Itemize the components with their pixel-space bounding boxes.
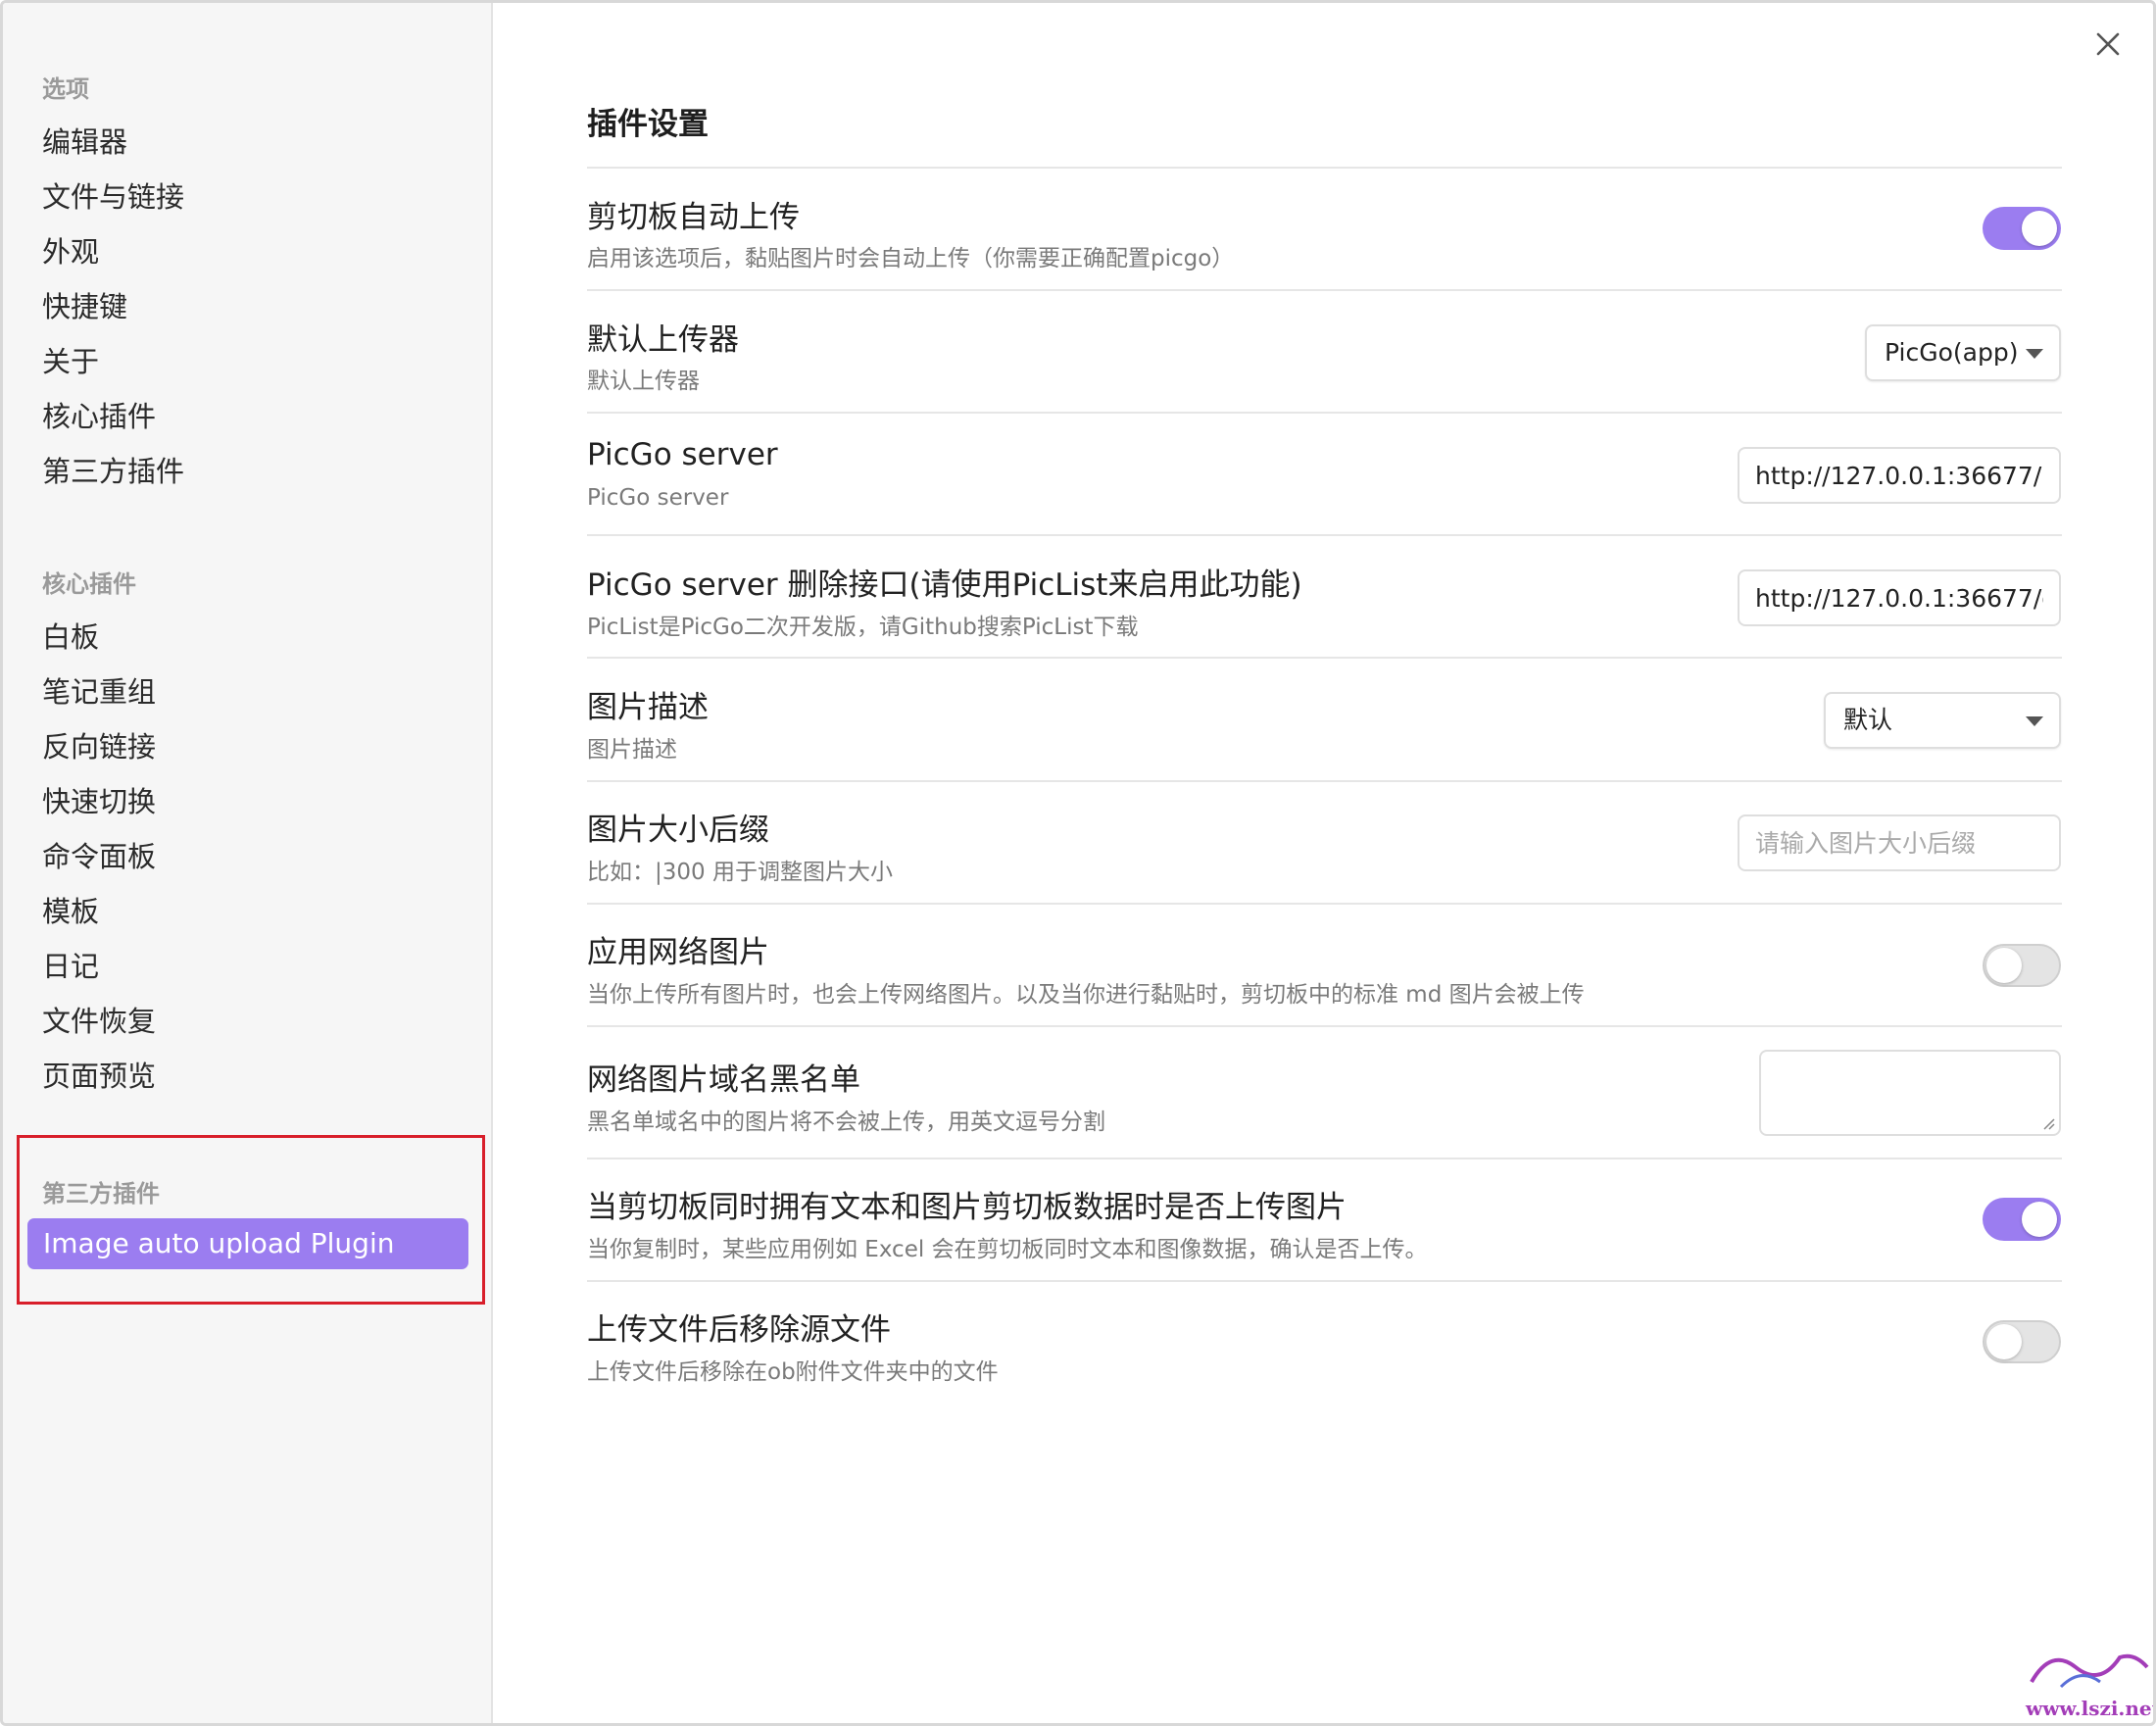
upload-mixed-toggle[interactable] bbox=[1983, 1198, 2061, 1241]
sidebar-section-core: 核心插件 bbox=[42, 570, 136, 598]
setting-desc: PicList是PicGo二次开发版，请Github搜索PicList下载 bbox=[587, 615, 1139, 640]
setting-desc: PicGo server bbox=[587, 485, 729, 511]
picgo-delete-input[interactable] bbox=[1738, 569, 2061, 626]
setting-desc: 启用该选项后，黏贴图片时会自动上传（你需要正确配置picgo） bbox=[587, 246, 1235, 271]
sidebar-section-options: 选项 bbox=[42, 75, 89, 103]
setting-name: PicGo server 删除接口(请使用PicList来启用此功能) bbox=[587, 567, 1302, 603]
sidebar-item-command-palette[interactable]: 命令面板 bbox=[42, 837, 156, 876]
setting-name: 上传文件后移除源文件 bbox=[587, 1312, 891, 1348]
settings-sidebar: 选项 编辑器 文件与链接 外观 快捷键 关于 核心插件 第三方插件 核心插件 白… bbox=[3, 3, 493, 1723]
watermark-logo-icon bbox=[2030, 1653, 2149, 1689]
sidebar-item-quick-switcher[interactable]: 快速切换 bbox=[42, 782, 156, 821]
sidebar-item-appearance[interactable]: 外观 bbox=[42, 232, 99, 271]
sidebar-item-templates[interactable]: 模板 bbox=[42, 892, 99, 931]
sidebar-item-file-recovery[interactable]: 文件恢复 bbox=[42, 1002, 156, 1041]
settings-window: 选项 编辑器 文件与链接 外观 快捷键 关于 核心插件 第三方插件 核心插件 白… bbox=[0, 0, 2156, 1726]
setting-name: PicGo server bbox=[587, 437, 778, 472]
divider bbox=[587, 1158, 2062, 1159]
setting-name: 剪切板自动上传 bbox=[587, 200, 800, 235]
setting-name: 应用网络图片 bbox=[587, 935, 769, 970]
setting-name: 网络图片域名黑名单 bbox=[587, 1062, 860, 1098]
chevron-down-icon bbox=[2026, 716, 2043, 726]
setting-desc: 当你复制时，某些应用例如 Excel 会在剪切板同时文本和图像数据，确认是否上传… bbox=[587, 1237, 1428, 1262]
divider bbox=[587, 412, 2062, 414]
page-title: 插件设置 bbox=[587, 107, 709, 142]
sidebar-item-backlinks[interactable]: 反向链接 bbox=[42, 727, 156, 766]
toggle-knob bbox=[2022, 211, 2057, 246]
sidebar-section-third-party: 第三方插件 bbox=[42, 1180, 160, 1208]
clipboard-upload-toggle[interactable] bbox=[1983, 207, 2061, 250]
default-uploader-select[interactable]: PicGo(app) bbox=[1865, 324, 2061, 381]
close-icon[interactable] bbox=[2090, 26, 2126, 62]
divider bbox=[587, 657, 2062, 659]
watermark-text: www.lszi.net bbox=[2026, 1697, 2156, 1720]
toggle-knob bbox=[2022, 1202, 2057, 1237]
sidebar-item-community-plugins[interactable]: 第三方插件 bbox=[42, 452, 184, 491]
sidebar-item-note-composer[interactable]: 笔记重组 bbox=[42, 672, 156, 712]
setting-desc: 上传文件后移除在ob附件文件夹中的文件 bbox=[587, 1359, 999, 1385]
setting-desc: 当你上传所有图片时，也会上传网络图片。以及当你进行黏贴时，剪切板中的标准 md … bbox=[587, 982, 1585, 1008]
divider bbox=[587, 780, 2062, 782]
toggle-knob bbox=[1986, 1324, 2022, 1359]
setting-name: 默认上传器 bbox=[587, 322, 739, 358]
resize-grip-icon[interactable] bbox=[2041, 1116, 2055, 1130]
divider bbox=[587, 1025, 2062, 1027]
setting-name: 图片大小后缀 bbox=[587, 813, 769, 848]
domain-blacklist-textarea[interactable] bbox=[1759, 1050, 2061, 1136]
divider bbox=[587, 903, 2062, 905]
divider bbox=[587, 1280, 2062, 1282]
setting-desc: 黑名单域名中的图片将不会被上传，用英文逗号分割 bbox=[587, 1110, 1105, 1135]
sidebar-item-canvas[interactable]: 白板 bbox=[42, 617, 99, 657]
select-value: PicGo(app) bbox=[1885, 338, 2019, 367]
sidebar-item-core-plugins[interactable]: 核心插件 bbox=[42, 397, 156, 436]
divider bbox=[587, 289, 2062, 291]
chevron-down-icon bbox=[2026, 349, 2043, 359]
setting-name: 图片描述 bbox=[587, 690, 709, 725]
picgo-server-input[interactable] bbox=[1738, 447, 2061, 504]
setting-name: 当剪切板同时拥有文本和图片剪切板数据时是否上传图片 bbox=[587, 1190, 1347, 1225]
sidebar-item-hotkeys[interactable]: 快捷键 bbox=[42, 287, 127, 326]
sidebar-item-image-auto-upload[interactable]: Image auto upload Plugin bbox=[27, 1218, 468, 1269]
divider bbox=[587, 167, 2062, 169]
sidebar-item-daily-notes[interactable]: 日记 bbox=[42, 947, 99, 986]
sidebar-item-files-links[interactable]: 文件与链接 bbox=[42, 177, 184, 217]
image-size-suffix-input[interactable] bbox=[1738, 814, 2061, 871]
divider bbox=[587, 534, 2062, 536]
network-images-toggle[interactable] bbox=[1983, 944, 2061, 987]
sidebar-item-about[interactable]: 关于 bbox=[42, 342, 99, 381]
select-value: 默认 bbox=[1843, 706, 1893, 734]
setting-desc: 默认上传器 bbox=[587, 369, 700, 394]
remove-source-toggle[interactable] bbox=[1983, 1320, 2061, 1363]
toggle-knob bbox=[1986, 948, 2022, 983]
setting-desc: 图片描述 bbox=[587, 737, 677, 763]
image-desc-select[interactable]: 默认 bbox=[1824, 692, 2061, 749]
site-watermark: www.lszi.net bbox=[2022, 1638, 2156, 1723]
sidebar-item-page-preview[interactable]: 页面预览 bbox=[42, 1057, 156, 1096]
sidebar-item-editor[interactable]: 编辑器 bbox=[42, 123, 127, 162]
setting-desc: 比如：|300 用于调整图片大小 bbox=[587, 860, 893, 885]
